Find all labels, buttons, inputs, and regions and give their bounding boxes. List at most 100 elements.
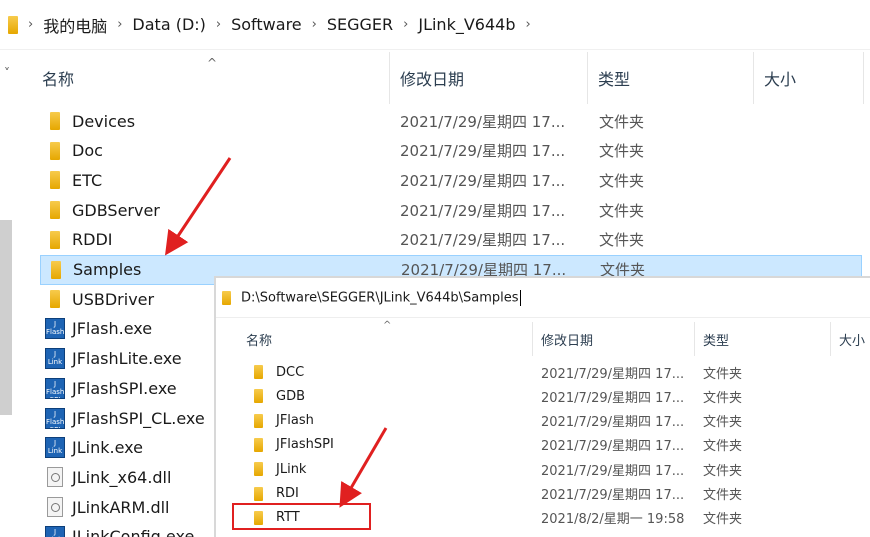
explorer-window-samples: D:\Software\SEGGER\JLink_V644b\Samples 名… — [214, 276, 870, 537]
file-name: JFlashSPI_CL.exe — [72, 408, 205, 428]
folder-icon — [250, 389, 266, 404]
breadcrumb-item-data-drive[interactable]: Data (D:) — [132, 15, 205, 34]
file-name: DCC — [276, 364, 305, 380]
file-row-gdbserver[interactable]: GDBServer 2021/7/29/星期四 17... 文件夹 — [40, 195, 862, 225]
file-type: 文件夹 — [599, 112, 645, 131]
file-type: 文件夹 — [599, 231, 645, 250]
breadcrumb: › 我的电脑 › Data (D:) › Software › SEGGER ›… — [18, 13, 541, 37]
chevron-right-icon[interactable]: › — [525, 17, 530, 32]
folder-icon — [44, 288, 66, 310]
file-date: 2021/7/29/星期四 17... — [541, 488, 685, 503]
file-type: 文件夹 — [703, 390, 743, 406]
file-name: GDB — [276, 388, 306, 404]
file-name: USBDriver — [72, 289, 155, 309]
breadcrumb-item-jlink[interactable]: JLink_V644b — [418, 15, 515, 34]
file-name: ETC — [72, 170, 103, 190]
file-name: Samples — [73, 260, 142, 279]
folder-icon — [8, 15, 18, 34]
folder-icon — [250, 437, 266, 452]
column-header-size[interactable]: 大小 — [831, 322, 870, 356]
chevron-right-icon[interactable]: › — [312, 17, 317, 32]
breadcrumb-item-segger[interactable]: SEGGER — [327, 15, 393, 34]
annotation-highlight-rtt — [232, 503, 371, 530]
chevron-right-icon[interactable]: › — [117, 17, 122, 32]
folder-icon — [250, 365, 266, 379]
folder-icon — [44, 140, 66, 162]
address-path-input[interactable]: D:\Software\SEGGER\JLink_V644b\Samples — [241, 290, 521, 306]
folder-row-jflashspi[interactable]: JFlashSPI 2021/7/29/星期四 17... 文件夹 — [246, 433, 846, 457]
folder-icon — [250, 413, 266, 428]
folder-icon — [250, 462, 266, 477]
file-type: 文件夹 — [703, 463, 743, 479]
folder-row-rdi[interactable]: RDI 2021/7/29/星期四 17... 文件夹 — [246, 482, 846, 506]
folder-row-dcc[interactable]: DCC 2021/7/29/星期四 17... 文件夹 — [246, 360, 846, 384]
file-name: RDDI — [72, 230, 113, 250]
file-type: 文件夹 — [703, 488, 743, 503]
column-header-date[interactable]: 修改日期 — [533, 322, 695, 356]
column-header-type[interactable]: 类型 — [695, 322, 831, 356]
folder-icon — [222, 290, 231, 305]
folder-row-jflash[interactable]: JFlash 2021/7/29/星期四 17... 文件夹 — [246, 409, 846, 433]
file-row-doc[interactable]: Doc 2021/7/29/星期四 17... 文件夹 — [40, 136, 862, 166]
file-name: JLinkARM.dll — [72, 497, 170, 517]
file-name: JFlash — [276, 413, 314, 429]
jflash-spi-exe-icon: J Flash SPI — [44, 407, 66, 429]
file-name: RDI — [276, 486, 299, 501]
file-date: 2021/7/29/星期四 17... — [541, 439, 685, 455]
file-type: 文件夹 — [703, 439, 743, 455]
file-date: 2021/7/29/星期四 17... — [541, 366, 685, 382]
file-date: 2021/7/29/星期四 17... — [541, 390, 685, 406]
file-name: JLink_x64.dll — [72, 467, 172, 487]
folder-icon — [44, 229, 66, 251]
file-name: Doc — [72, 141, 103, 161]
chevron-right-icon[interactable]: › — [28, 17, 33, 32]
sort-ascending-icon: ^ — [207, 56, 218, 70]
address-bar[interactable]: › 我的电脑 › Data (D:) › Software › SEGGER ›… — [0, 0, 870, 50]
folder-icon — [250, 486, 266, 501]
column-header: 名称 修改日期 类型 大小 — [0, 52, 870, 104]
file-name: JLinkConfig.exe — [72, 527, 195, 537]
column-header-samples: 名称 修改日期 类型 大小 — [216, 322, 870, 356]
file-type: 文件夹 — [599, 201, 645, 220]
chevron-right-icon[interactable]: › — [403, 17, 408, 32]
folder-icon — [44, 169, 66, 191]
file-type: 文件夹 — [599, 142, 645, 161]
breadcrumb-item-my-computer[interactable]: 我的电脑 — [43, 13, 107, 37]
folder-row-jlink[interactable]: JLink 2021/7/29/星期四 17... 文件夹 — [246, 457, 846, 481]
dll-file-icon — [44, 466, 66, 488]
file-type: 文件夹 — [703, 512, 743, 528]
file-date: 2021/7/29/星期四 17... — [541, 463, 685, 479]
file-name: GDBServer — [72, 200, 160, 220]
file-name: JLink.exe — [72, 438, 143, 458]
column-header-date[interactable]: 修改日期 — [390, 52, 588, 104]
jlink-exe-icon: J Link — [44, 437, 66, 459]
jlink-exe-icon: J Link — [44, 348, 66, 370]
column-header-type[interactable]: 类型 — [588, 52, 754, 104]
folder-row-gdb[interactable]: GDB 2021/7/29/星期四 17... 文件夹 — [246, 384, 846, 408]
folder-icon — [44, 199, 66, 221]
file-type: 文件夹 — [599, 171, 645, 190]
column-header-size[interactable]: 大小 — [754, 52, 864, 104]
file-name: JFlashSPI.exe — [72, 378, 177, 398]
dll-file-icon — [44, 496, 66, 518]
address-bar-samples[interactable]: D:\Software\SEGGER\JLink_V644b\Samples — [216, 278, 870, 318]
jflash-spi-exe-icon: J Flash SPI — [44, 377, 66, 399]
file-date: 2021/7/29/星期四 17... — [400, 171, 566, 190]
file-name: JLink — [276, 461, 307, 477]
file-row-rddi[interactable]: RDDI 2021/7/29/星期四 17... 文件夹 — [40, 225, 862, 255]
folder-icon — [45, 259, 67, 281]
nav-pane-scrollbar[interactable] — [0, 220, 12, 415]
file-row-devices[interactable]: Devices 2021/7/29/星期四 17... 文件夹 — [40, 106, 862, 136]
file-date: 2021/7/29/星期四 17... — [400, 142, 566, 161]
jlink-exe-icon: J Link — [44, 526, 66, 537]
breadcrumb-item-software[interactable]: Software — [231, 15, 302, 34]
chevron-right-icon[interactable]: › — [216, 17, 221, 32]
file-name: JFlashLite.exe — [72, 349, 182, 369]
file-date: 2021/7/29/星期四 17... — [400, 112, 566, 131]
file-row-etc[interactable]: ETC 2021/7/29/星期四 17... 文件夹 — [40, 165, 862, 195]
folder-icon — [44, 110, 66, 132]
jflash-exe-icon: J Flash — [44, 318, 66, 340]
file-date: 2021/8/2/星期一 19:58 — [541, 512, 685, 528]
file-name: JFlashSPI — [276, 437, 334, 453]
file-date: 2021/7/29/星期四 17... — [541, 415, 685, 431]
